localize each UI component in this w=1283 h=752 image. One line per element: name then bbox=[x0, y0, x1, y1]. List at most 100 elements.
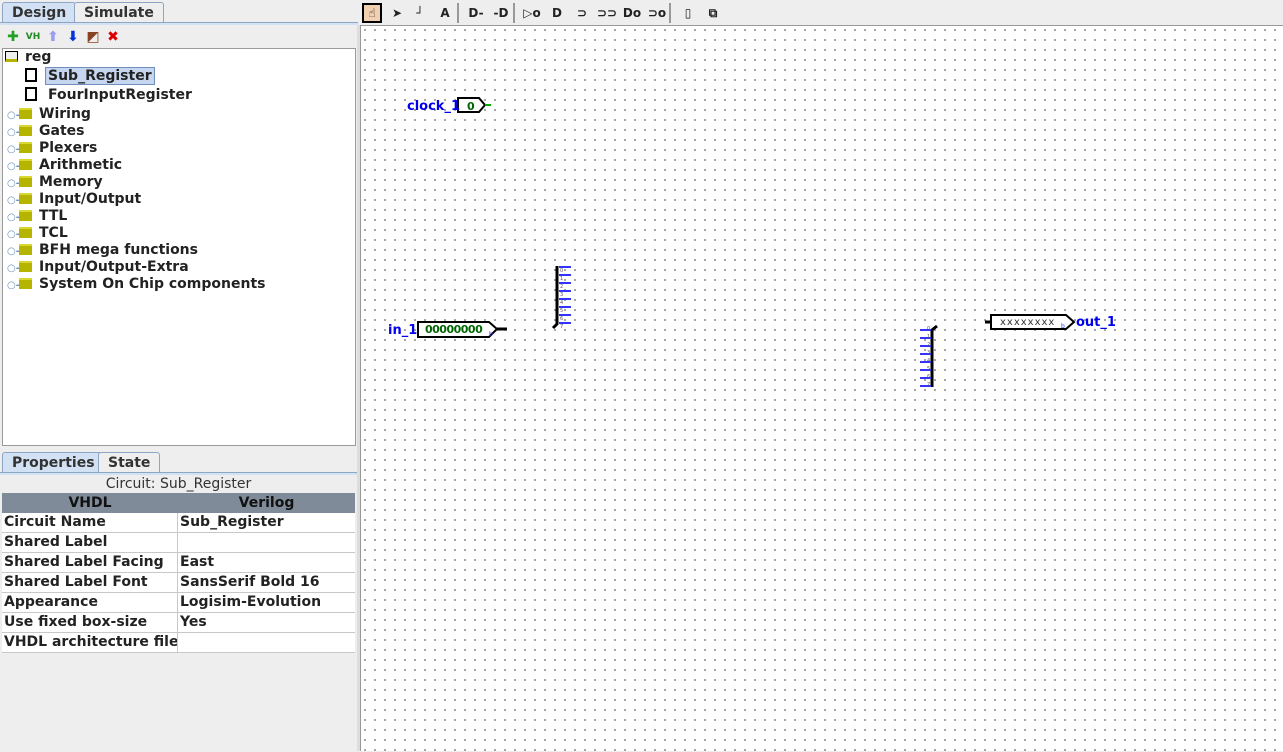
and-gate-icon[interactable]: D bbox=[547, 3, 567, 23]
output-pin[interactable]: xxxxxxxx b bbox=[985, 314, 1076, 330]
bit-label: 6 bbox=[927, 374, 930, 380]
tree-library-item[interactable]: ○- TTL bbox=[7, 208, 67, 225]
folder-icon bbox=[19, 244, 32, 255]
expand-icon[interactable]: ○- bbox=[7, 192, 20, 209]
tree-library-item[interactable]: ○- Wiring bbox=[7, 106, 91, 123]
tree-library-item[interactable]: ○- Arithmetic bbox=[7, 157, 122, 174]
property-row[interactable]: Shared Label Font SansSerif Bold 16 bbox=[2, 573, 355, 593]
property-row[interactable]: Shared Label bbox=[2, 533, 355, 553]
folder-icon bbox=[19, 261, 32, 272]
expand-icon[interactable]: ○- bbox=[7, 209, 20, 226]
property-value[interactable]: East bbox=[178, 553, 355, 572]
tree-library-item[interactable]: ○- Gates bbox=[7, 123, 84, 140]
clock-component[interactable]: 0 bbox=[457, 97, 491, 113]
property-value[interactable] bbox=[178, 533, 355, 552]
tree-library-item[interactable]: ○- Plexers bbox=[7, 140, 97, 157]
tree-library-item[interactable]: ○- Input/Output bbox=[7, 191, 141, 208]
bit-label: 2 bbox=[927, 342, 930, 348]
tab-simulate[interactable]: Simulate bbox=[74, 2, 164, 23]
add-component-icon[interactable]: ▯ bbox=[678, 3, 698, 23]
expand-icon[interactable]: ○- bbox=[7, 260, 20, 277]
expand-icon[interactable]: ○- bbox=[7, 175, 20, 192]
wire-tool-icon[interactable]: ┘ bbox=[410, 3, 430, 23]
add-circuit-icon[interactable]: ✚ bbox=[5, 29, 21, 45]
tree-library-item[interactable]: ○- TCL bbox=[7, 225, 68, 242]
vhdl-icon[interactable]: VH bbox=[25, 29, 41, 45]
tree-library-item[interactable]: ○- BFH mega functions bbox=[7, 242, 198, 259]
delete-icon[interactable]: ✖ bbox=[105, 29, 121, 45]
folder-icon bbox=[19, 176, 32, 187]
tree-library-label: TTL bbox=[39, 208, 68, 224]
bit-label: 7 bbox=[560, 324, 563, 330]
property-row[interactable]: Circuit Name Sub_Register bbox=[2, 513, 355, 533]
nand-gate-icon[interactable]: Do bbox=[622, 3, 642, 23]
bit-label: 7 bbox=[927, 382, 930, 388]
folder-icon bbox=[19, 125, 32, 136]
tree-circuit-item[interactable]: Sub_Register bbox=[25, 67, 155, 85]
expand-icon[interactable]: ○- bbox=[7, 124, 20, 141]
splitter-component[interactable]: 0 1 2 3 4 5 6 7 bbox=[920, 324, 938, 388]
property-row[interactable]: Shared Label Facing East bbox=[2, 553, 355, 573]
output-pin-icon[interactable]: -D bbox=[491, 3, 511, 23]
xor-gate-icon[interactable]: ⊃⊃ bbox=[597, 3, 617, 23]
circuit-tree[interactable]: reg Sub_Register FourInputRegister ○- Wiri… bbox=[2, 48, 356, 446]
clock-label: clock_1 bbox=[407, 99, 460, 114]
tree-library-item[interactable]: ○- Memory bbox=[7, 174, 103, 191]
bit-label: 4 bbox=[927, 358, 930, 364]
expand-icon[interactable]: ○- bbox=[7, 158, 20, 175]
header-verilog[interactable]: Verilog bbox=[178, 493, 355, 513]
bit-label: 2 bbox=[560, 284, 563, 290]
splitter-component[interactable]: 0 1 2 3 4 5 6 7 bbox=[551, 266, 571, 330]
select-tool-icon[interactable]: ➤ bbox=[387, 3, 407, 23]
expand-icon[interactable]: ○- bbox=[7, 243, 20, 260]
or-gate-icon[interactable]: ⊃ bbox=[572, 3, 592, 23]
add-subcircuit-icon[interactable]: ⧉ bbox=[703, 3, 723, 23]
expand-icon[interactable]: ○- bbox=[7, 141, 20, 158]
property-row[interactable]: Appearance Logisim-Evolution bbox=[2, 593, 355, 613]
tree-library-label: Wiring bbox=[39, 106, 91, 122]
output-radix: b bbox=[1061, 323, 1065, 330]
property-value[interactable] bbox=[178, 633, 355, 652]
poke-tool-icon[interactable]: ☝ bbox=[362, 3, 382, 23]
text-tool-icon[interactable]: A bbox=[435, 3, 455, 23]
property-value[interactable]: Logisim-Evolution bbox=[178, 593, 355, 612]
tree-circuit-item[interactable]: FourInputRegister bbox=[25, 87, 195, 104]
edit-appearance-icon[interactable]: ◩ bbox=[85, 29, 101, 45]
property-key: Use fixed box-size bbox=[2, 613, 178, 632]
bit-label: 1 bbox=[927, 334, 930, 340]
toolbar-separator bbox=[513, 3, 515, 23]
input-pin[interactable]: 00000000 b bbox=[417, 321, 507, 338]
tree-library-item[interactable]: ○- System On Chip components bbox=[7, 276, 265, 293]
property-value[interactable]: Sub_Register bbox=[178, 513, 355, 532]
header-vhdl[interactable]: VHDL bbox=[2, 493, 178, 513]
input-value: 00000000 bbox=[425, 323, 483, 336]
expand-icon[interactable]: ○- bbox=[7, 277, 20, 294]
move-down-icon[interactable]: ⬇ bbox=[65, 29, 81, 45]
property-value[interactable]: Yes bbox=[178, 613, 355, 632]
move-up-icon[interactable]: ⬆ bbox=[45, 29, 61, 45]
circuit-canvas[interactable]: 0 00000000 b 0 1 2 3 4 5 6 7 0 1 2 3 4 5 6 7 xxxxxxxx b cloc… bbox=[360, 25, 1283, 751]
tree-circuit-label: Sub_Register bbox=[45, 67, 155, 85]
tree-root[interactable]: reg bbox=[5, 49, 51, 66]
bit-label: 3 bbox=[560, 292, 563, 298]
tree-circuit-label: FourInputRegister bbox=[48, 87, 192, 103]
folder-icon bbox=[19, 227, 32, 238]
input-pin-icon[interactable]: D- bbox=[466, 3, 486, 23]
tree-library-item[interactable]: ○- Input/Output-Extra bbox=[7, 259, 189, 276]
expand-icon[interactable]: ○- bbox=[7, 226, 20, 243]
nor-gate-icon[interactable]: ⊃o bbox=[647, 3, 667, 23]
toolbar-separator bbox=[457, 3, 459, 23]
output-value: xxxxxxxx bbox=[1000, 317, 1055, 328]
property-value[interactable]: SansSerif Bold 16 bbox=[178, 573, 355, 592]
property-row[interactable]: Use fixed box-size Yes bbox=[2, 613, 355, 633]
property-row[interactable]: VHDL architecture file ... bbox=[2, 633, 355, 653]
tab-state[interactable]: State bbox=[98, 452, 161, 473]
tab-design[interactable]: Design bbox=[2, 2, 77, 23]
tree-root-label: reg bbox=[25, 49, 52, 65]
tab-properties[interactable]: Properties bbox=[2, 452, 105, 473]
tree-library-label: Memory bbox=[39, 174, 103, 190]
bit-label: 3 bbox=[927, 350, 930, 356]
expand-icon[interactable]: ○- bbox=[7, 107, 20, 124]
folder-icon bbox=[19, 278, 32, 289]
not-gate-icon[interactable]: ▷o bbox=[522, 3, 542, 23]
